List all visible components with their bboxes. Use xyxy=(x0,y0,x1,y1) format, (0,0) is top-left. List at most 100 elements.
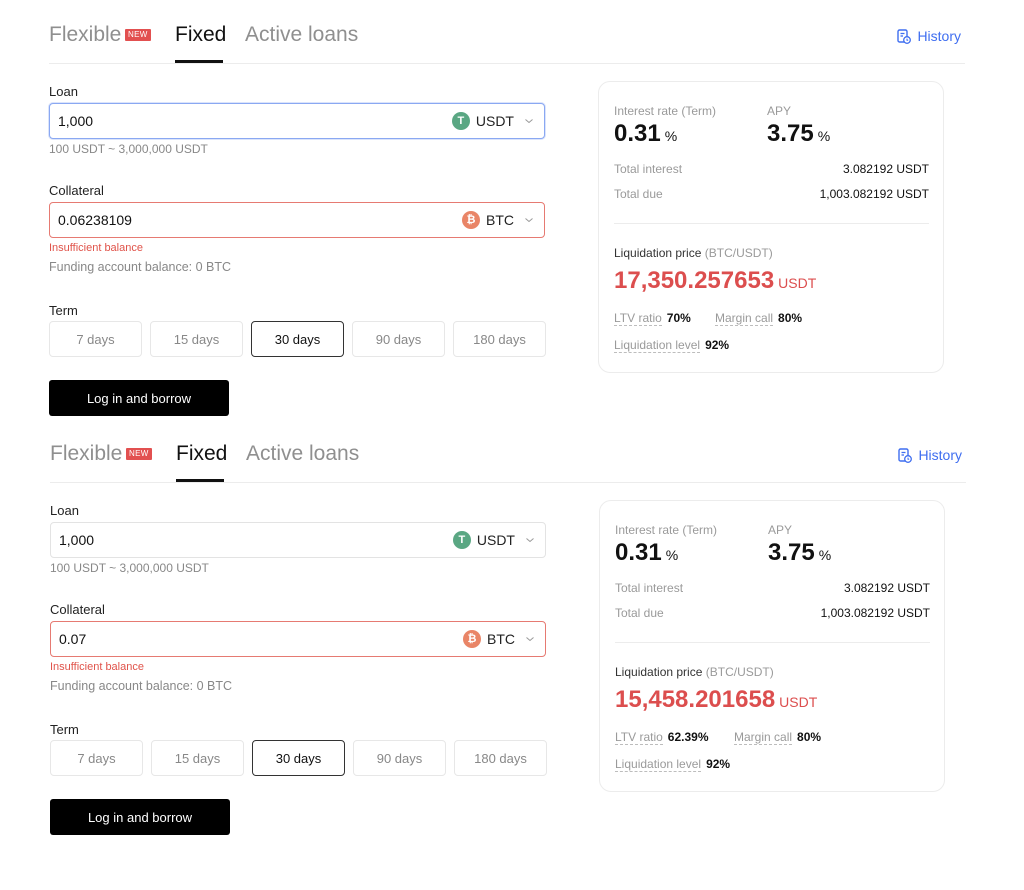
total-interest-value: 3.082192 USDT xyxy=(842,162,929,176)
percent-sign: % xyxy=(665,547,679,563)
loan-label: Loan xyxy=(50,503,79,518)
total-due-value: 1,003.082192 USDT xyxy=(819,187,929,201)
term-option[interactable]: 90 days xyxy=(352,321,445,357)
liquidation-level-label[interactable]: Liquidation level xyxy=(614,338,701,353)
term-option[interactable]: 180 days xyxy=(454,740,547,776)
liquidation-price-pair: (BTC/USDT) xyxy=(705,665,774,679)
login-and-borrow-button[interactable]: Log in and borrow xyxy=(50,799,230,835)
apy-number: 3.75 xyxy=(767,120,814,147)
interest-rate-number: 0.31 xyxy=(614,120,661,147)
ltv-ratio-label[interactable]: LTV ratio xyxy=(614,311,662,326)
ltv-ratio: LTV ratio 62.39% xyxy=(615,730,709,745)
collateral-amount-input[interactable] xyxy=(59,631,463,647)
term-option[interactable]: 15 days xyxy=(151,740,244,776)
liquidation-price-label: Liquidation price (BTC/USDT) xyxy=(615,665,774,679)
loan-label: Loan xyxy=(49,84,78,99)
liquidation-price-unit: USDT xyxy=(778,275,817,291)
history-link[interactable]: History xyxy=(898,447,962,463)
term-option[interactable]: 30 days xyxy=(251,321,344,357)
interest-rate-label: Interest rate (Term) xyxy=(614,104,717,118)
history-label: History xyxy=(917,28,961,44)
new-badge: NEW xyxy=(125,29,151,41)
loan-amount-input[interactable] xyxy=(59,532,453,548)
total-due-value: 1,003.082192 USDT xyxy=(820,606,930,620)
card-divider xyxy=(614,223,929,224)
ltv-ratio-label[interactable]: LTV ratio xyxy=(615,730,663,745)
total-interest-label: Total interest xyxy=(615,581,684,595)
loan-amount-input[interactable] xyxy=(58,113,452,129)
liquidation-level: Liquidation level 92% xyxy=(615,757,730,772)
collateral-label: Collateral xyxy=(49,183,104,198)
total-due-label: Total due xyxy=(615,606,664,620)
liquidation-price-title: Liquidation price xyxy=(614,246,702,260)
liquidation-level-value: 92% xyxy=(705,338,730,352)
btc-bitcoin-icon: ₿ xyxy=(463,630,481,648)
liquidation-price-value: 15,458.201658 USDT xyxy=(615,686,817,714)
loan-input-box: T USDT xyxy=(50,522,546,558)
collateral-amount-input[interactable] xyxy=(58,212,462,228)
margin-call-value: 80% xyxy=(778,311,803,325)
loan-coin-name: USDT xyxy=(476,532,515,548)
history-label: History xyxy=(918,447,962,463)
loan-coin-select[interactable]: T USDT xyxy=(452,531,535,549)
collateral-coin-name: BTC xyxy=(487,631,515,647)
collateral-coin-name: BTC xyxy=(486,212,514,228)
loan-summary-card: Interest rate (Term) 0.31% APY 3.75% Tot… xyxy=(598,81,944,373)
margin-call-label[interactable]: Margin call xyxy=(715,311,774,326)
tab-flexible[interactable]: Flexible xyxy=(50,442,122,466)
term-label: Term xyxy=(49,303,78,318)
liquidation-level-label[interactable]: Liquidation level xyxy=(615,757,702,772)
loan-summary-card: Interest rate (Term) 0.31% APY 3.75% Tot… xyxy=(599,500,945,792)
card-divider xyxy=(615,642,930,643)
term-option[interactable]: 7 days xyxy=(50,740,143,776)
interest-rate-value: 0.31% xyxy=(615,539,678,567)
liquidation-price-number: 17,350.257653 xyxy=(614,267,775,294)
tab-fixed[interactable]: Fixed xyxy=(175,23,226,47)
loan-coin-name: USDT xyxy=(475,113,514,129)
term-option[interactable]: 15 days xyxy=(150,321,243,357)
liquidation-price-number: 15,458.201658 xyxy=(615,686,776,713)
loan-range-hint: 100 USDT ~ 3,000,000 USDT xyxy=(49,142,208,156)
interest-rate-label: Interest rate (Term) xyxy=(615,523,718,537)
percent-sign: % xyxy=(817,128,831,144)
tab-bar: Flexible NEW Fixed Active loans History xyxy=(50,437,966,483)
active-tab-indicator xyxy=(176,479,224,482)
tab-fixed[interactable]: Fixed xyxy=(176,442,227,466)
term-option[interactable]: 30 days xyxy=(252,740,345,776)
liquidation-price-unit: USDT xyxy=(779,694,818,710)
term-options: 7 days 15 days 30 days 90 days 180 days xyxy=(50,740,547,776)
tab-active-loans[interactable]: Active loans xyxy=(245,23,358,47)
funding-balance: Funding account balance: 0 BTC xyxy=(50,679,233,693)
liquidation-price-pair: (BTC/USDT) xyxy=(704,246,773,260)
chevron-down-icon xyxy=(526,637,534,642)
ltv-ratio-value: 62.39% xyxy=(667,730,709,744)
margin-call: Margin call 80% xyxy=(715,311,803,326)
margin-call-value: 80% xyxy=(797,730,822,744)
apy-value: 3.75% xyxy=(767,120,830,148)
margin-call-label[interactable]: Margin call xyxy=(734,730,793,745)
interest-rate-number: 0.31 xyxy=(615,539,662,566)
margin-call: Margin call 80% xyxy=(734,730,822,745)
loan-range-hint: 100 USDT ~ 3,000,000 USDT xyxy=(50,561,209,575)
tab-active-loans[interactable]: Active loans xyxy=(246,442,359,466)
login-and-borrow-button[interactable]: Log in and borrow xyxy=(49,380,229,416)
apy-label: APY xyxy=(767,104,792,118)
history-icon xyxy=(897,28,912,44)
term-option[interactable]: 7 days xyxy=(49,321,142,357)
btc-bitcoin-icon: ₿ xyxy=(462,211,480,229)
liquidation-price-value: 17,350.257653 USDT xyxy=(614,267,816,295)
history-icon xyxy=(898,447,913,463)
chevron-down-icon xyxy=(526,538,534,543)
collateral-input-box: ₿ BTC xyxy=(50,621,546,657)
loan-coin-select[interactable]: T USDT xyxy=(451,112,534,130)
term-option[interactable]: 90 days xyxy=(353,740,446,776)
ltv-ratio: LTV ratio 70% xyxy=(614,311,691,326)
chevron-down-icon xyxy=(525,119,533,124)
collateral-coin-select[interactable]: ₿ BTC xyxy=(463,630,535,648)
total-interest-value: 3.082192 USDT xyxy=(843,581,930,595)
usdt-tether-icon: T xyxy=(451,112,470,130)
tab-flexible[interactable]: Flexible xyxy=(49,23,121,47)
collateral-coin-select[interactable]: ₿ BTC xyxy=(462,211,534,229)
term-option[interactable]: 180 days xyxy=(453,321,546,357)
history-link[interactable]: History xyxy=(897,28,961,44)
